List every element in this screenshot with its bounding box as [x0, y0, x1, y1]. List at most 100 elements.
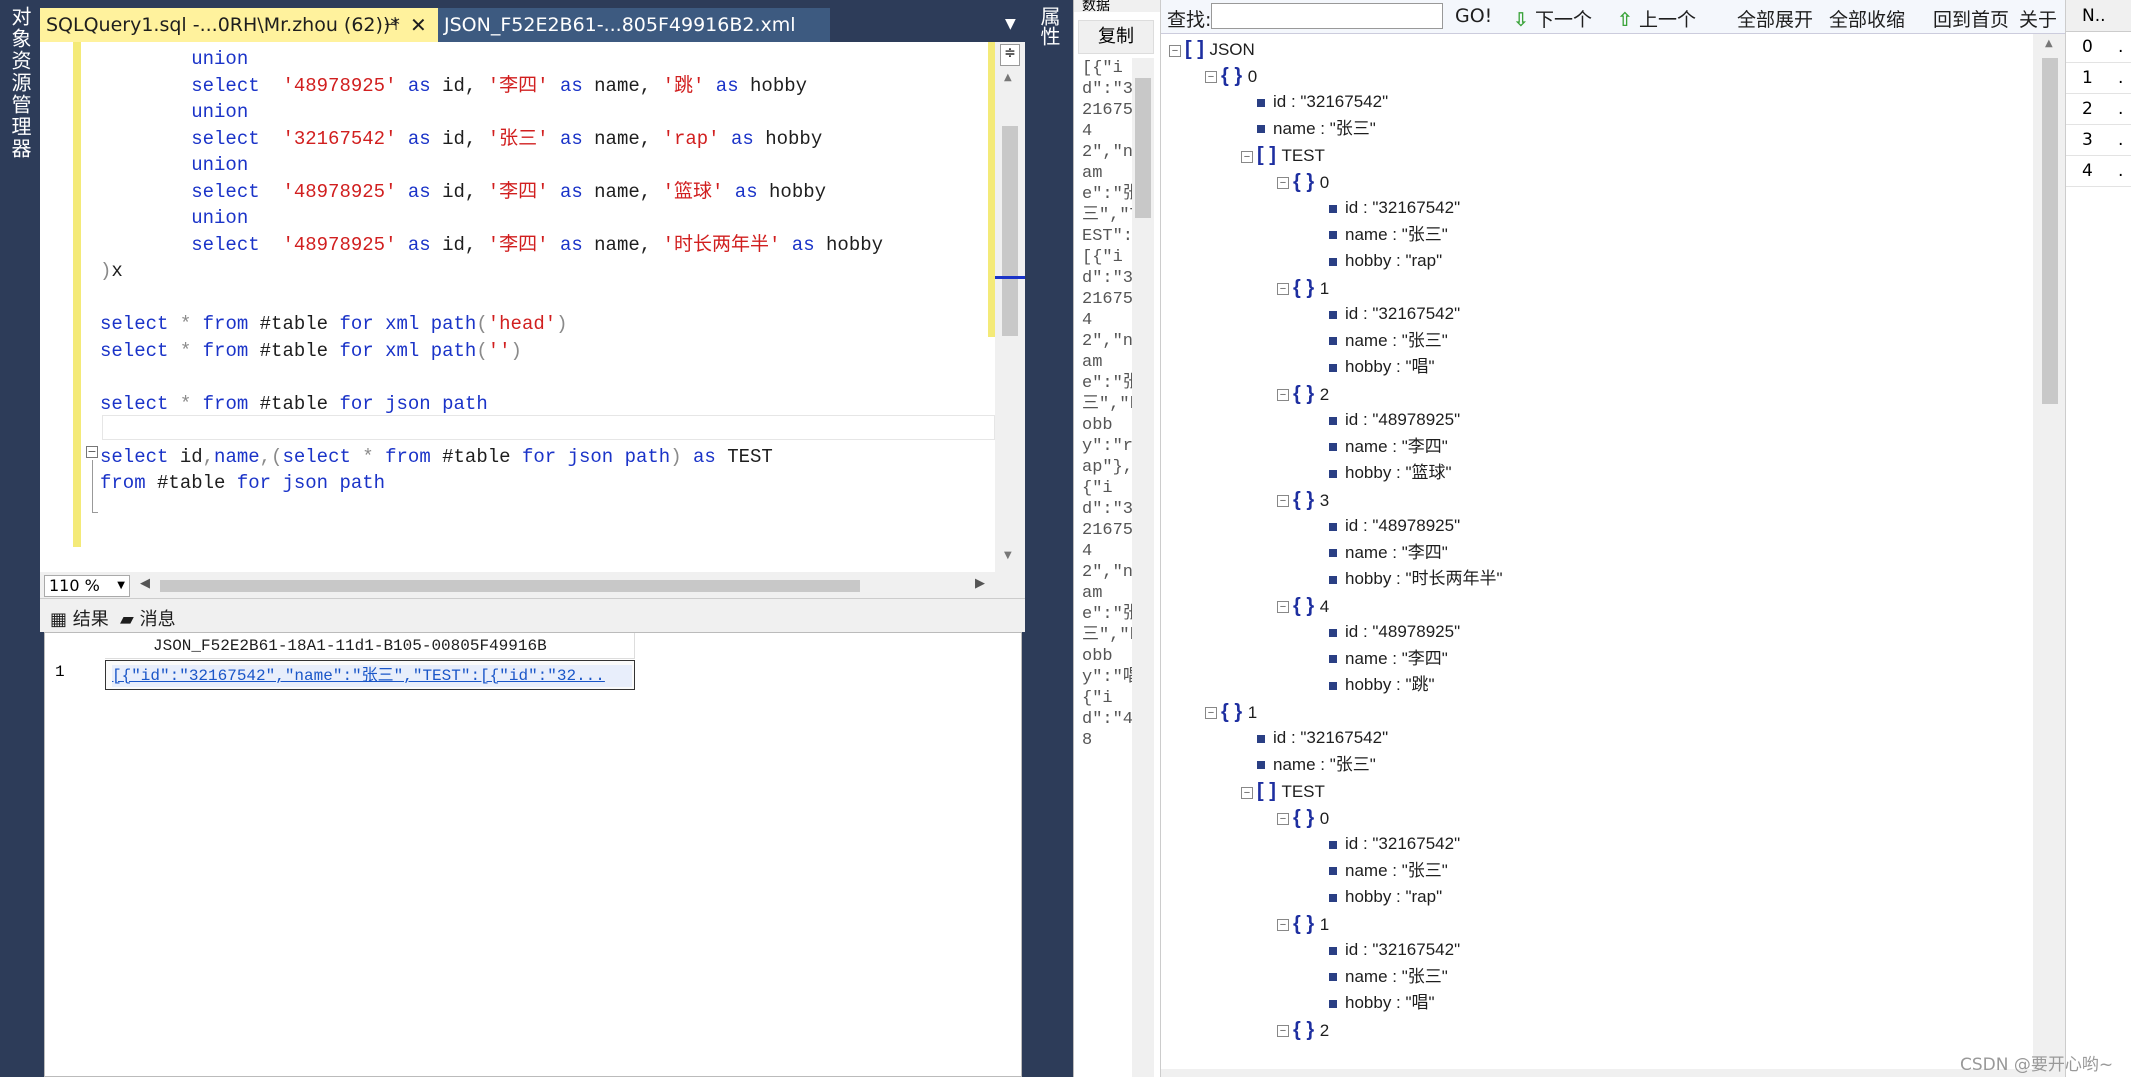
result-cell-link[interactable]: [{"id":"32167542","name":"张三","TEST":[{"…: [112, 665, 632, 687]
code-line[interactable]: [100, 417, 1000, 444]
code-line[interactable]: union: [100, 152, 1000, 179]
code-line[interactable]: select '32167542' as id, '张三' as name, '…: [100, 126, 1000, 153]
tree-node[interactable]: hobby : "唱": [1329, 990, 1435, 1016]
list-item[interactable]: 4.: [2066, 156, 2131, 187]
tree-node[interactable]: −[ ] TEST: [1241, 142, 1325, 168]
code-line[interactable]: select * from #table for xml path(''): [100, 338, 1000, 365]
scroll-thumb[interactable]: [1002, 126, 1018, 336]
tree-node[interactable]: id : "32167542": [1329, 831, 1460, 857]
tree-node[interactable]: hobby : "时长两年半": [1329, 566, 1503, 592]
tree-node[interactable]: hobby : "跳": [1329, 672, 1435, 698]
scroll-thumb[interactable]: [2042, 58, 2058, 404]
code-line[interactable]: [100, 285, 1000, 312]
tab-sqlquery1[interactable]: SQLQuery1.sql -...0RH\Mr.zhou (62))* ⊣ ✕: [40, 8, 438, 42]
collapse-icon[interactable]: −: [1277, 495, 1289, 508]
tree-node[interactable]: name : "李四": [1329, 434, 1448, 460]
tree-node[interactable]: −{ } 2: [1277, 381, 1329, 407]
scroll-left-icon[interactable]: ◀: [140, 576, 150, 591]
prev-button[interactable]: ⇧ 上一个: [1617, 5, 1696, 32]
raw-json-text[interactable]: [{"id":"32167542","name":"张三","TEST":[{"…: [1082, 58, 1134, 1077]
tree-node[interactable]: −{ } 0: [1277, 805, 1329, 831]
tree-node[interactable]: −{ } 1: [1205, 699, 1257, 725]
scroll-thumb[interactable]: [1135, 78, 1151, 218]
collapse-all-button[interactable]: 全部收缩: [1829, 5, 1905, 32]
code-line[interactable]: select '48978925' as id, '李四' as name, '…: [100, 232, 1000, 259]
split-window-icon[interactable]: ≑: [1000, 44, 1020, 66]
tab-results[interactable]: ▦ 结果: [50, 605, 109, 631]
tree-node[interactable]: id : "32167542": [1257, 725, 1388, 751]
tree-node[interactable]: id : "32167542": [1329, 301, 1460, 327]
tree-node[interactable]: name : "张三": [1257, 116, 1376, 142]
tree-vertical-scrollbar[interactable]: ▲: [2033, 34, 2066, 1069]
tab-messages[interactable]: ▰ 消息: [120, 605, 176, 631]
right-list-header[interactable]: N..: [2066, 0, 2131, 32]
tree-node[interactable]: hobby : "唱": [1329, 354, 1435, 380]
tree-node[interactable]: id : "48978925": [1329, 513, 1460, 539]
list-item[interactable]: 2.: [2066, 94, 2131, 125]
scroll-down-icon[interactable]: ▼: [1004, 550, 1012, 561]
list-item[interactable]: 3.: [2066, 125, 2131, 156]
results-grid[interactable]: JSON_F52E2B61-18A1-11d1-B105-00805F49916…: [44, 632, 1022, 1077]
zoom-select[interactable]: 110 % ▼: [44, 575, 130, 597]
tree-node[interactable]: hobby : "rap": [1329, 884, 1442, 910]
tree-node[interactable]: id : "48978925": [1329, 619, 1460, 645]
json-tree[interactable]: −[ ] JSON −{ } 0 id : "32167542" name : "张三…: [1161, 34, 2033, 1069]
tree-node[interactable]: −{ } 0: [1205, 63, 1257, 89]
collapse-icon[interactable]: −: [1241, 786, 1253, 799]
raw-text-scrollbar[interactable]: [1132, 58, 1154, 1077]
list-item[interactable]: 1.: [2066, 63, 2131, 94]
home-button[interactable]: 回到首页: [1933, 5, 2009, 32]
tree-node[interactable]: name : "张三": [1329, 222, 1448, 248]
tree-node[interactable]: id : "32167542": [1329, 195, 1460, 221]
code-line[interactable]: [100, 364, 1000, 391]
horizontal-scroll-thumb[interactable]: [160, 580, 860, 592]
pin-icon[interactable]: ⊣: [384, 8, 398, 42]
tree-node[interactable]: name : "张三": [1329, 328, 1448, 354]
collapse-icon[interactable]: −: [1277, 389, 1289, 402]
data-tab-label[interactable]: 数据: [1074, 0, 1161, 12]
collapse-icon[interactable]: −: [1277, 283, 1289, 296]
tree-node[interactable]: −{ } 1: [1277, 911, 1329, 937]
code-area[interactable]: union select '48978925' as id, '李四' as n…: [100, 46, 1000, 497]
tree-node[interactable]: −{ } 4: [1277, 593, 1329, 619]
tree-node[interactable]: name : "李四": [1329, 540, 1448, 566]
collapse-icon[interactable]: −: [1241, 150, 1253, 163]
result-cell[interactable]: [{"id":"32167542","name":"张三","TEST":[{"…: [105, 660, 635, 690]
next-button[interactable]: ⇩ 下一个: [1513, 5, 1592, 32]
code-line[interactable]: from #table for json path: [100, 470, 1000, 497]
tree-node[interactable]: id : "48978925": [1329, 407, 1460, 433]
tree-node[interactable]: −[ ] JSON: [1169, 36, 1255, 62]
about-button[interactable]: 关于: [2019, 5, 2057, 32]
tree-node[interactable]: hobby : "篮球": [1329, 460, 1452, 486]
expand-all-button[interactable]: 全部展开: [1737, 5, 1813, 32]
tree-node[interactable]: −{ } 2: [1277, 1017, 1329, 1043]
scroll-right-icon[interactable]: ▶: [975, 576, 985, 591]
collapse-icon[interactable]: −: [1277, 919, 1289, 932]
collapse-icon[interactable]: −: [1277, 1025, 1289, 1038]
close-icon[interactable]: ✕: [410, 8, 427, 42]
tree-node[interactable]: id : "32167542": [1329, 937, 1460, 963]
scroll-up-icon[interactable]: ▲: [2045, 38, 2053, 49]
tree-node[interactable]: −{ } 1: [1277, 275, 1329, 301]
scroll-up-icon[interactable]: ▲: [1004, 72, 1012, 83]
code-line[interactable]: select * from #table for json path: [100, 391, 1000, 418]
editor-vertical-scrollbar[interactable]: ≑ ▲ ▼: [995, 42, 1025, 572]
object-explorer-label[interactable]: 对象资源管理器: [6, 6, 35, 160]
collapse-icon[interactable]: −: [1205, 71, 1217, 84]
code-line[interactable]: select id,name,(select * from #table for…: [100, 444, 1000, 471]
object-explorer-strip[interactable]: 对象资源管理器: [0, 0, 40, 1077]
copy-button[interactable]: 复制: [1078, 20, 1154, 54]
collapse-icon[interactable]: −: [1277, 601, 1289, 614]
tree-horizontal-scrollbar[interactable]: [1161, 1069, 2066, 1077]
tree-node[interactable]: hobby : "rap": [1329, 248, 1442, 274]
list-item[interactable]: 0.: [2066, 32, 2131, 63]
sql-editor[interactable]: − union select '48978925' as id, '李四' as…: [40, 42, 1025, 572]
tree-node[interactable]: −{ } 0: [1277, 169, 1329, 195]
find-input[interactable]: [1211, 3, 1443, 29]
code-line[interactable]: union: [100, 46, 1000, 73]
collapse-icon[interactable]: −: [1169, 44, 1181, 57]
tab-json-xml[interactable]: JSON_F52E2B61-...805F49916B2.xml: [438, 8, 830, 42]
collapse-icon[interactable]: −: [1277, 177, 1289, 190]
tree-node[interactable]: name : "李四": [1329, 646, 1448, 672]
code-line[interactable]: select '48978925' as id, '李四' as name, '…: [100, 73, 1000, 100]
